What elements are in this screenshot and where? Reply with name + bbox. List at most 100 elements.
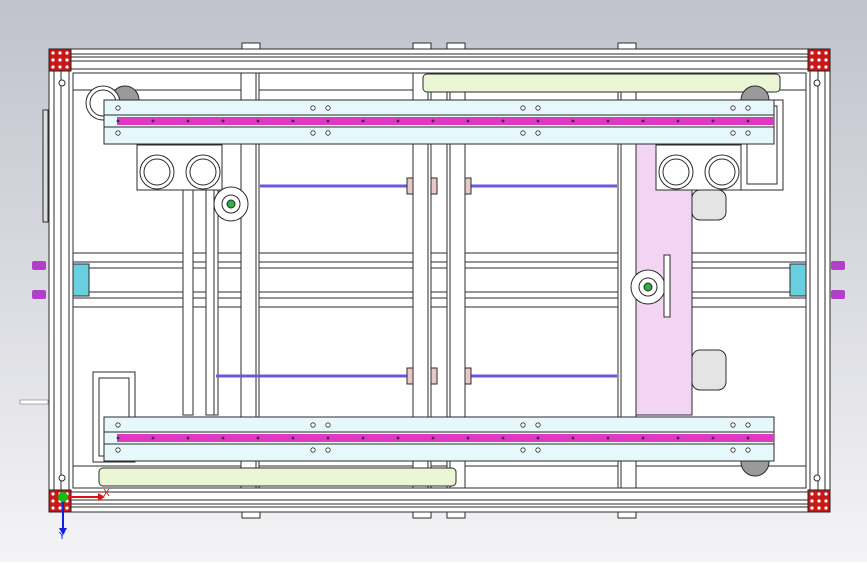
corner-hole: [817, 499, 821, 503]
stripe-bolt: [326, 119, 330, 123]
stripe-bolt: [291, 436, 295, 440]
rail-bolt: [745, 130, 751, 136]
rail-bolt: [520, 105, 526, 111]
corner-hole: [824, 499, 828, 503]
corner-hole: [824, 492, 828, 496]
rail-bolt: [115, 422, 121, 428]
x-axis-label: X: [103, 488, 110, 499]
corner-hole: [824, 58, 828, 62]
stripe-bolt: [641, 119, 645, 123]
rail-bolt: [310, 422, 316, 428]
corner-hole: [810, 506, 814, 510]
stripe-bolt: [501, 119, 505, 123]
rail-bolt: [535, 447, 541, 453]
stripe-bolt: [676, 436, 680, 440]
corner-hole: [817, 506, 821, 510]
rail-bolt: [730, 447, 736, 453]
corner-hole: [51, 58, 55, 62]
stripe-bolt: [711, 119, 715, 123]
stripe-bolt: [606, 119, 610, 123]
stripe-bolt: [746, 119, 750, 123]
stripe-bolt: [186, 436, 190, 440]
stripe-bolt: [431, 436, 435, 440]
stripe-bolt: [501, 436, 505, 440]
corner-hole: [58, 65, 62, 69]
rail-bolt: [310, 447, 316, 453]
stripe-bolt: [606, 436, 610, 440]
stripe-bolt: [466, 436, 470, 440]
stripe-bolt: [396, 119, 400, 123]
corner-hole: [51, 65, 55, 69]
stripe-bolt: [536, 119, 540, 123]
hub-left: [213, 186, 249, 222]
stripe-bolt: [151, 436, 155, 440]
stripe-bolt: [361, 436, 365, 440]
stripe-bolt: [361, 119, 365, 123]
rail-bottom: [103, 416, 775, 462]
rail-bolt: [745, 105, 751, 111]
rail-bolt: [520, 422, 526, 428]
stripe-bolt: [396, 436, 400, 440]
triad-origin: [58, 492, 68, 502]
corner-hole: [810, 499, 814, 503]
stripe-bolt: [571, 436, 575, 440]
rail-bolt: [325, 105, 331, 111]
stripe-bolt: [291, 119, 295, 123]
corner-hole: [58, 506, 62, 510]
corner-hole: [810, 58, 814, 62]
corner-hole: [810, 492, 814, 496]
corner-hole: [58, 51, 62, 55]
rail-bolt: [745, 447, 751, 453]
rail-bolt: [730, 422, 736, 428]
stripe-bolt: [711, 436, 715, 440]
left-plate: [42, 109, 49, 223]
corner-hole: [810, 65, 814, 69]
rail-bolt: [115, 130, 121, 136]
corner-hole: [810, 51, 814, 55]
corner-hole: [65, 58, 69, 62]
rail-bolt: [325, 447, 331, 453]
stripe-bolt: [186, 119, 190, 123]
corner-hole: [65, 506, 69, 510]
stripe-bolt: [571, 119, 575, 123]
rail-bolt: [730, 130, 736, 136]
rail-bolt: [745, 422, 751, 428]
stripe-bolt: [221, 436, 225, 440]
corner-hole: [51, 506, 55, 510]
stripe-bolt: [326, 436, 330, 440]
stripe-bolt: [676, 119, 680, 123]
stripe-bolt: [151, 119, 155, 123]
cad-viewport[interactable]: X Y: [0, 0, 867, 562]
stripe-bolt: [746, 436, 750, 440]
rail-bolt: [520, 130, 526, 136]
rail-top: [103, 99, 775, 145]
corner-hole: [51, 492, 55, 496]
stripe-bolt: [536, 436, 540, 440]
green-bar-bottom: [98, 467, 457, 487]
corner-hole: [65, 51, 69, 55]
stripe-bolt: [256, 119, 260, 123]
green-bar-top: [422, 73, 781, 93]
top-view-drawing: [0, 0, 867, 562]
stripe-bolt: [221, 119, 225, 123]
corner-hole: [65, 65, 69, 69]
rail-bolt: [115, 447, 121, 453]
corner-hole: [824, 51, 828, 55]
left-pin: [19, 399, 49, 405]
stripe-bolt: [431, 119, 435, 123]
corner-hole: [824, 65, 828, 69]
rail-bolt: [535, 105, 541, 111]
stripe-bolt: [256, 436, 260, 440]
rail-bolt: [325, 130, 331, 136]
corner-hole: [817, 65, 821, 69]
corner-hole: [817, 58, 821, 62]
corner-hole: [824, 506, 828, 510]
rail-bolt: [535, 422, 541, 428]
corner-hole: [817, 492, 821, 496]
rail-bolt: [520, 447, 526, 453]
corner-hole: [51, 499, 55, 503]
rail-bolt: [310, 105, 316, 111]
corner-hole: [58, 58, 62, 62]
stripe-bolt: [641, 436, 645, 440]
rail-bolt: [535, 130, 541, 136]
